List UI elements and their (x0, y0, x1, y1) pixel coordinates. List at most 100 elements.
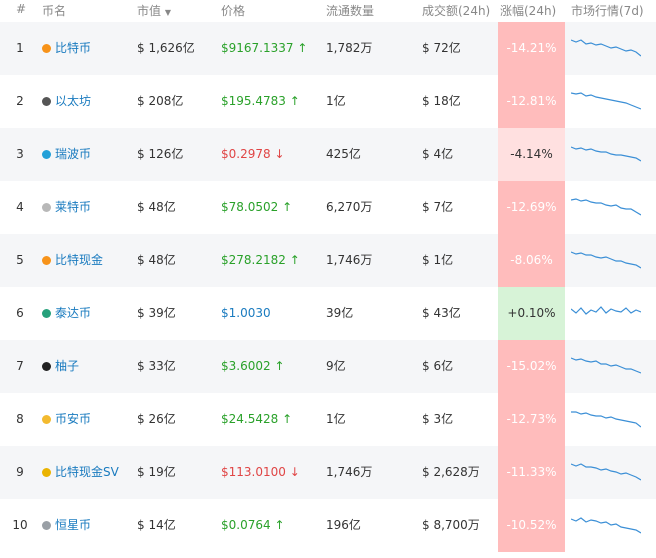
circulating-supply: 39亿 (326, 306, 354, 320)
price-value: $3.6002 (221, 359, 271, 373)
tether-icon (42, 309, 51, 318)
coin-name-link[interactable]: 币安币 (42, 393, 91, 446)
sparkline-7d (571, 411, 641, 428)
circulating-supply: 1亿 (326, 412, 346, 426)
sparkline-path (571, 198, 641, 216)
change-24h: -10.52% (498, 499, 565, 552)
price-value: $0.0764 (221, 518, 271, 532)
sparkline-7d (571, 39, 641, 57)
coin-name: 瑞波币 (55, 147, 92, 161)
sparkline-path (571, 357, 641, 374)
rank: 1 (16, 41, 24, 55)
rank: 3 (16, 147, 24, 161)
sort-desc-icon[interactable]: ▼ (165, 8, 171, 17)
change-24h: -12.69% (498, 181, 565, 234)
price-value: $9167.1337 (221, 41, 294, 55)
sparkline-7d (571, 517, 641, 534)
table-row[interactable]: 8 币安币 $ 26亿 $24.5428 ↑ 1亿 $ 3亿 -12.73% (0, 393, 656, 446)
price: $195.4783 ↑ (221, 75, 300, 128)
table-row[interactable]: 5 比特现金 $ 48亿 $278.2182 ↑ 1,746万 $ 1亿 -8.06% (0, 234, 656, 287)
header-change[interactable]: 涨幅(24h) (500, 2, 556, 19)
circulating-supply: 9亿 (326, 359, 346, 373)
market-cap: $ 48亿 (137, 200, 176, 214)
coin-name: 恒星币 (55, 518, 92, 532)
rank: 5 (16, 253, 24, 267)
coin-name-link[interactable]: 比特现金SV (42, 446, 119, 499)
litecoin-icon (42, 203, 51, 212)
sparkline-path (571, 39, 641, 57)
coin-name-link[interactable]: 瑞波币 (42, 128, 91, 181)
price-arrow-icon: ↑ (289, 94, 300, 108)
bitcoin-cash-icon (42, 256, 51, 265)
header-mcap[interactable]: 市值 ▼ (137, 2, 171, 19)
volume-24h: $ 1亿 (422, 253, 454, 267)
coin-name: 比特币 (55, 41, 92, 55)
header-trend: 市场行情(7d) (571, 4, 644, 18)
sparkline-path (571, 146, 641, 162)
volume-24h: $ 43亿 (422, 306, 461, 320)
header-mcap-label: 市值 (137, 4, 162, 18)
table-row[interactable]: 9 比特现金SV $ 19亿 $113.0100 ↓ 1,746万 $ 2,628万 -11… (0, 446, 656, 499)
rank: 10 (12, 518, 28, 532)
volume-24h: $ 18亿 (422, 94, 461, 108)
price-arrow-icon: ↑ (274, 518, 285, 532)
circulating-supply: 1,782万 (326, 41, 373, 55)
table-row[interactable]: 4 莱特币 $ 48亿 $78.0502 ↑ 6,270万 $ 7亿 -12.69% (0, 181, 656, 234)
table-row[interactable]: 7 柚子 $ 33亿 $3.6002 ↑ 9亿 $ 6亿 -15.02% (0, 340, 656, 393)
binance-icon (42, 415, 51, 424)
sparkline-7d (571, 357, 641, 374)
coin-name-link[interactable]: 以太坊 (42, 75, 91, 128)
eos-icon (42, 362, 51, 371)
header-volume[interactable]: 成交额(24h) (422, 2, 490, 19)
rank: 8 (16, 412, 24, 426)
price-value: $0.2978 (221, 147, 271, 161)
price-value: $278.2182 (221, 253, 286, 267)
price-value: $1.0030 (221, 306, 271, 320)
circulating-supply: 196亿 (326, 518, 361, 532)
coin-name-link[interactable]: 泰达币 (42, 287, 91, 340)
price: $0.2978 ↓ (221, 128, 285, 181)
sparkline-path (571, 251, 641, 269)
market-cap: $ 14亿 (137, 518, 176, 532)
change-24h: -4.14% (498, 128, 565, 181)
bitcoin-sv-icon (42, 468, 51, 477)
coin-name-link[interactable]: 恒星币 (42, 499, 91, 552)
coin-name: 莱特币 (55, 200, 92, 214)
price: $78.0502 ↑ (221, 181, 292, 234)
coin-name-link[interactable]: 比特币 (42, 22, 91, 75)
market-cap: $ 19亿 (137, 465, 176, 479)
circulating-supply: 1,746万 (326, 465, 373, 479)
sparkline-path (571, 306, 641, 315)
sparkline-7d (571, 463, 641, 481)
price-value: $195.4783 (221, 94, 286, 108)
rank: 2 (16, 94, 24, 108)
rank: 9 (16, 465, 24, 479)
sparkline-7d (571, 251, 641, 269)
volume-24h: $ 4亿 (422, 147, 454, 161)
sparkline-7d (571, 306, 641, 315)
table-header: # 币名 市值 ▼ 价格 流通数量 成交额(24h) 涨幅(24h) 市场行情(… (0, 0, 656, 22)
table-row[interactable]: 2 以太坊 $ 208亿 $195.4783 ↑ 1亿 $ 18亿 -12.81% (0, 75, 656, 128)
change-24h: -12.73% (498, 393, 565, 446)
coin-name-link[interactable]: 柚子 (42, 340, 79, 393)
table-row[interactable]: 1 比特币 $ 1,626亿 $9167.1337 ↑ 1,782万 $ 72亿 -14.2… (0, 22, 656, 75)
coin-name-link[interactable]: 莱特币 (42, 181, 91, 234)
header-price[interactable]: 价格 (221, 2, 245, 19)
coin-name: 泰达币 (55, 306, 92, 320)
price: $0.0764 ↑ (221, 499, 285, 552)
sparkline-7d (571, 198, 641, 216)
volume-24h: $ 2,628万 (422, 465, 480, 479)
market-cap: $ 33亿 (137, 359, 176, 373)
coin-name-link[interactable]: 比特现金 (42, 234, 103, 287)
coin-name: 以太坊 (55, 94, 92, 108)
rank: 7 (16, 359, 24, 373)
table-row[interactable]: 10 恒星币 $ 14亿 $0.0764 ↑ 196亿 $ 8,700万 -10.52% (0, 499, 656, 552)
table-row[interactable]: 3 瑞波币 $ 126亿 $0.2978 ↓ 425亿 $ 4亿 -4.14% (0, 128, 656, 181)
circulating-supply: 1亿 (326, 94, 346, 108)
price: $113.0100 ↓ (221, 446, 300, 499)
table-row[interactable]: 6 泰达币 $ 39亿 $1.0030 39亿 $ 43亿 +0.10% (0, 287, 656, 340)
header-supply[interactable]: 流通数量 (326, 2, 374, 19)
price: $24.5428 ↑ (221, 393, 292, 446)
price-arrow-icon: ↑ (282, 412, 293, 426)
header-name[interactable]: 币名 (42, 2, 66, 19)
